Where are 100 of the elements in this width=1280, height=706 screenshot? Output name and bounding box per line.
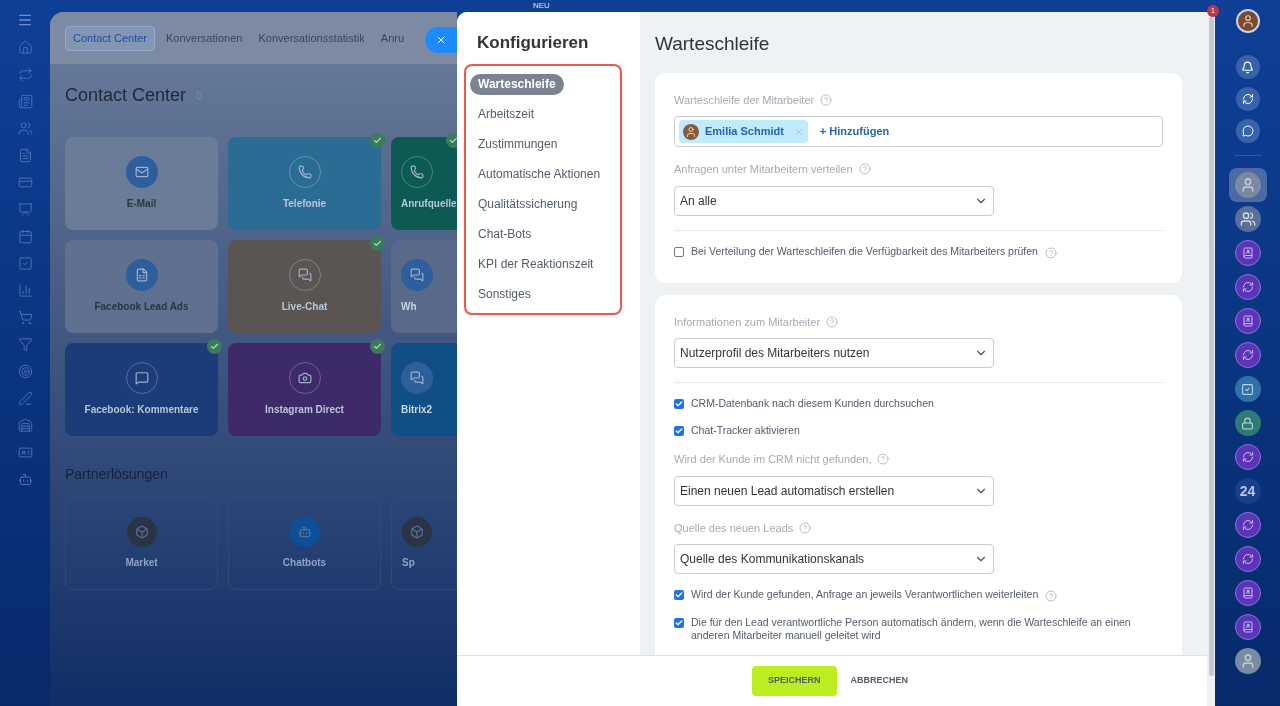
field-label: Anfragen unter Mitarbeitern verteilen [674, 162, 853, 177]
field-label: Quelle des neuen Leads [674, 520, 794, 536]
presentation-icon[interactable] [17, 202, 33, 217]
bar-chart-icon[interactable] [17, 283, 33, 298]
users-field[interactable]: Emilia Schmidt + Hinzufügen [674, 116, 1163, 147]
checkbox-label: Wird der Kunde gefunden, Anfrage an jeweils Verantwortlichen weiterleiten [691, 588, 1039, 601]
profile-avatar[interactable] [1235, 9, 1260, 33]
form-icon [125, 259, 158, 291]
nav-item[interactable]: Zustimmungen [470, 133, 566, 155]
connector-name: Live-Chat [281, 300, 328, 314]
avatar-icon [683, 123, 699, 140]
sync-icon[interactable] [1235, 87, 1260, 111]
chat-icon[interactable] [1235, 119, 1260, 143]
page-title: Contact Center [65, 84, 187, 107]
add-link[interactable]: + Hinzufügen [819, 123, 890, 140]
cancel-button[interactable]: ABBRECHEN [850, 674, 909, 688]
envelope-icon [125, 156, 158, 188]
connector-name: E-Mail [126, 197, 157, 211]
checkbox[interactable] [674, 399, 684, 409]
robot-icon [289, 517, 320, 547]
checkbox-label: Chat-Tracker aktivieren [691, 424, 800, 437]
newspaper-icon[interactable] [17, 94, 33, 109]
connector-name: Telefonie [282, 197, 327, 211]
select-field[interactable]: Nutzerprofil des Mitarbeiters nutzen [674, 338, 994, 368]
document-icon[interactable] [17, 148, 33, 163]
avatar[interactable] [1234, 648, 1261, 674]
nav-item[interactable]: Sonstiges [470, 283, 539, 305]
partner-name: Market [125, 556, 158, 570]
menu-icon[interactable] [17, 12, 33, 28]
chat-channel-icon[interactable] [1234, 512, 1261, 538]
nav-item[interactable]: KPI der Reaktionszeit [470, 253, 602, 275]
funnel-icon[interactable] [17, 337, 33, 352]
close-icon [435, 34, 447, 46]
checkbox-label: Bei Verteilung der Warteschleifen die Verfügbarkeit des Mitarbeiters prüfen [691, 244, 1038, 258]
home-icon[interactable] [17, 40, 33, 55]
contact-icon[interactable] [1234, 240, 1261, 266]
nav-item[interactable]: Automatische Aktionen [470, 163, 609, 185]
bell-icon[interactable] [1235, 55, 1260, 79]
chat-channel-icon[interactable] [1234, 274, 1261, 300]
connector-name: Facebook: Kommentare [84, 403, 199, 417]
contact-icon[interactable] [1234, 580, 1261, 606]
lock-icon[interactable] [1234, 410, 1261, 436]
chat-icon [401, 362, 433, 394]
nav-item[interactable]: Chat-Bots [470, 223, 540, 245]
connector-card[interactable]: Bitrix2 [391, 343, 457, 436]
nav-item[interactable]: Warteschleife [470, 73, 564, 95]
nav-item[interactable]: Arbeitszeit [470, 103, 543, 125]
checkbox-icon[interactable] [17, 256, 33, 271]
checkbox[interactable] [674, 590, 684, 600]
checkbox-label: CRM-Datenbank nach diesem Kunden durchsuchen [691, 397, 934, 410]
group-avatar-icon[interactable] [1234, 206, 1261, 232]
box-icon [402, 517, 432, 547]
warehouse-icon[interactable] [17, 418, 33, 433]
contact-icon[interactable] [1234, 614, 1261, 640]
panel-title: Konfigurieren [476, 32, 590, 54]
section-heading: Warteschleife [655, 32, 771, 56]
id-card-icon[interactable] [17, 445, 33, 460]
field-label: Informationen zum Mitarbeiter [674, 314, 821, 330]
field-label: Wird der Kunde im CRM nicht gefunden, [674, 452, 872, 467]
select-field[interactable]: An alle [674, 185, 994, 216]
robot-icon[interactable] [17, 472, 33, 487]
nav-item[interactable]: Qualitätssicherung [470, 193, 586, 215]
pen-icon[interactable] [17, 391, 33, 406]
user-chip[interactable]: Emilia Schmidt [679, 120, 808, 143]
connector-name: Anrufquelle [401, 197, 457, 211]
connector-card[interactable]: E-Mail [65, 137, 218, 230]
chat-channel-icon[interactable] [1234, 546, 1261, 572]
checkbox[interactable] [674, 426, 684, 436]
rail-item-selected[interactable] [1228, 168, 1267, 202]
calendar-icon[interactable] [17, 229, 33, 244]
box-icon [126, 517, 157, 547]
target-icon[interactable] [17, 364, 33, 379]
save-button[interactable]: SPEICHERN [752, 666, 837, 696]
checkbox[interactable] [674, 618, 684, 628]
chat-icon [401, 259, 433, 291]
checkbox[interactable] [674, 246, 684, 257]
checkbox-label: Die für den Lead verantwortliche Person automatisch ändern, wenn die Warteschleife an einen anderen Mitarbeiter manuell geleitet wird [691, 616, 1132, 642]
card-icon[interactable] [17, 175, 33, 190]
cycle-icon[interactable] [17, 67, 33, 82]
connector-name: Wh [401, 300, 417, 314]
users-icon[interactable] [17, 121, 33, 136]
connector-name: Bitrix2 [401, 403, 433, 417]
connector-name: Instagram Direct [265, 403, 344, 417]
cart-icon[interactable] [17, 310, 33, 325]
partner-name: Chatbots [282, 556, 327, 570]
app-badge[interactable]: 24 [1234, 478, 1261, 504]
task-icon[interactable] [1234, 376, 1261, 402]
connector-card[interactable]: Wh [391, 240, 457, 333]
connector-name: Facebook Lead Ads [94, 300, 189, 314]
partner-name: Sp [402, 556, 415, 570]
select-field[interactable]: Quelle des Kommunikationskanals [674, 544, 994, 574]
section-title: Partnerlösungen [64, 465, 169, 484]
chat-channel-icon[interactable] [1234, 342, 1261, 368]
chat-channel-icon[interactable] [1234, 444, 1261, 470]
select-field[interactable]: Einen neuen Lead automatisch erstellen [674, 475, 994, 506]
new-label: NEU [533, 1, 550, 10]
contact-icon[interactable] [1234, 308, 1261, 334]
field-label: Warteschleife der Mitarbeiter [674, 92, 815, 108]
user-name: Emilia Schmidt [705, 124, 784, 140]
rail-item[interactable]: 24 [1228, 474, 1267, 508]
